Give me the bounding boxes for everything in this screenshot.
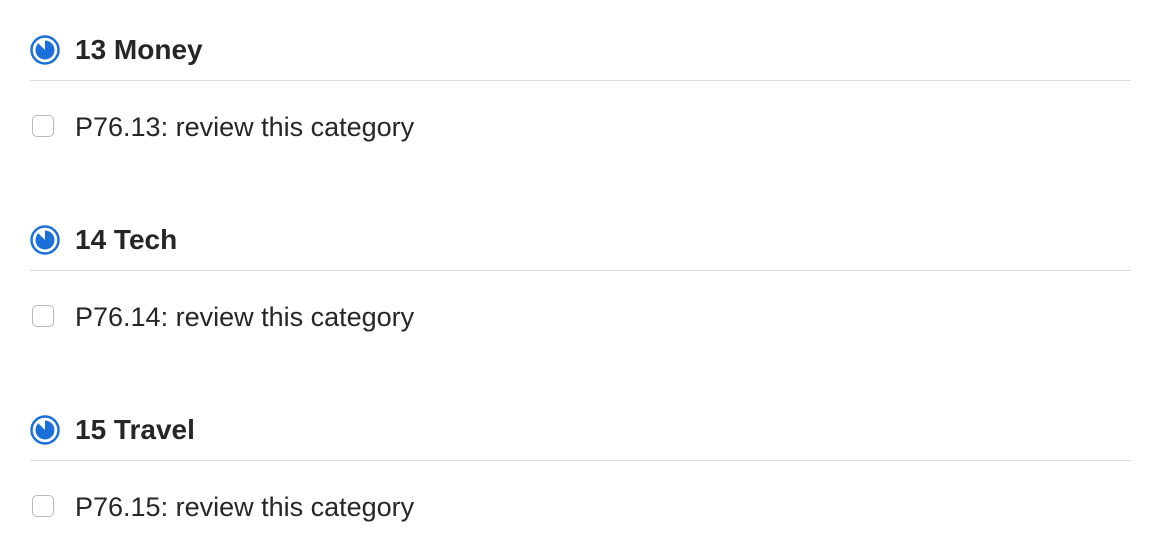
project-section: 13 Money P76.13: review this category <box>30 0 1131 142</box>
section-header[interactable]: 15 Travel <box>30 380 1131 461</box>
task-label: P76.14: review this category <box>75 302 415 332</box>
project-section: 15 Travel P76.15: review this category <box>30 380 1131 522</box>
project-section: 14 Tech P76.14: review this category <box>30 190 1131 332</box>
section-header[interactable]: 14 Tech <box>30 190 1131 271</box>
task-item[interactable]: P76.13: review this category <box>30 81 1131 142</box>
task-checkbox[interactable] <box>32 305 54 327</box>
section-title: 15 Travel <box>75 414 195 445</box>
progress-clock-icon <box>30 225 60 255</box>
task-label: P76.15: review this category <box>75 492 415 522</box>
task-label: P76.13: review this category <box>75 112 415 142</box>
task-item[interactable]: P76.15: review this category <box>30 461 1131 522</box>
task-checkbox[interactable] <box>32 115 54 137</box>
task-checkbox[interactable] <box>32 495 54 517</box>
progress-clock-icon <box>30 415 60 445</box>
section-title: 14 Tech <box>75 224 178 255</box>
task-item[interactable]: P76.14: review this category <box>30 271 1131 332</box>
progress-clock-icon <box>30 35 60 65</box>
section-title: 13 Money <box>75 34 203 65</box>
section-header[interactable]: 13 Money <box>30 0 1131 81</box>
